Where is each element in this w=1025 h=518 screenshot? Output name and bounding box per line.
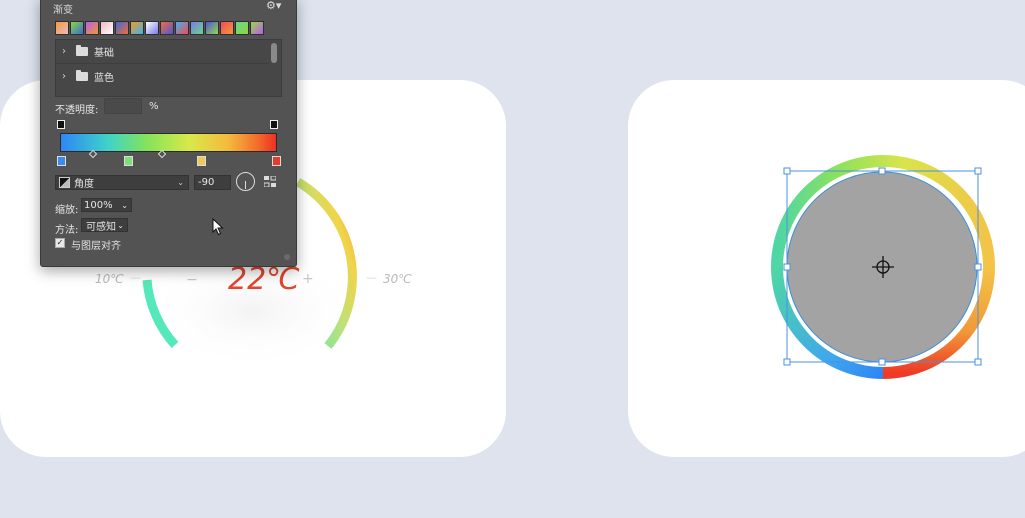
scrollbar[interactable] xyxy=(271,43,277,63)
gradient-preset-swatch[interactable] xyxy=(190,21,204,35)
gradient-preset-swatch[interactable] xyxy=(55,21,69,35)
align-layer-label: 与图层对齐 xyxy=(71,241,121,252)
gradient-preset-swatches xyxy=(55,21,264,35)
panel-title: 渐变 xyxy=(53,5,73,16)
gradient-preset-swatch[interactable] xyxy=(175,21,189,35)
gradient-preset-swatch[interactable] xyxy=(130,21,144,35)
method-select[interactable]: 可感知 ⌄ xyxy=(81,218,128,233)
chevron-down-icon: ⌄ xyxy=(177,178,184,187)
gradient-preset-swatch[interactable] xyxy=(160,21,174,35)
scale-value: 100% xyxy=(84,199,113,211)
color-stop[interactable] xyxy=(196,156,206,166)
min-temp-label: 10℃ xyxy=(95,272,124,286)
folder-row-basic[interactable]: › 基础 xyxy=(56,40,269,64)
reverse-gradient-icon[interactable] xyxy=(264,176,276,187)
method-label: 方法: xyxy=(55,225,79,236)
opacity-unit: % xyxy=(149,101,159,112)
gradient-preset-swatch[interactable] xyxy=(220,21,234,35)
color-stop[interactable] xyxy=(272,156,281,166)
mouse-cursor-icon xyxy=(212,218,224,236)
angle-dial-icon[interactable] xyxy=(236,172,255,191)
scale-select[interactable]: 100% ⌄ xyxy=(81,198,132,212)
tick-left: — xyxy=(130,271,141,284)
gradient-preset-swatch[interactable] xyxy=(70,21,84,35)
gradient-preset-swatch[interactable] xyxy=(100,21,114,35)
gradient-preset-swatch[interactable] xyxy=(145,21,159,35)
folder-label: 基础 xyxy=(94,48,114,59)
chevron-right-icon[interactable]: › xyxy=(62,46,70,57)
folder-row-blue[interactable]: › 蓝色 xyxy=(56,64,269,88)
gradient-preset-swatch[interactable] xyxy=(250,21,264,35)
color-stop[interactable] xyxy=(57,156,66,166)
opacity-label: 不透明度: xyxy=(55,105,99,116)
method-value: 可感知 xyxy=(86,221,116,233)
gradient-ring-canvas[interactable] xyxy=(760,152,1010,382)
gradient-preset-swatch[interactable] xyxy=(115,21,129,35)
preset-folder-list: › 基础 › 蓝色 xyxy=(55,39,282,97)
opacity-stop-left[interactable] xyxy=(57,120,65,129)
scale-label: 缩放: xyxy=(55,205,79,216)
folder-icon xyxy=(76,69,88,81)
tick-right: — xyxy=(366,271,377,284)
angle-gradient-icon xyxy=(59,177,70,188)
temperature-value: 22℃ xyxy=(228,262,300,297)
angle-input[interactable]: -90 xyxy=(194,175,231,190)
chevron-right-icon[interactable]: › xyxy=(62,71,70,82)
decrease-button[interactable]: − xyxy=(186,272,198,288)
align-layer-checkbox[interactable]: ✓ xyxy=(55,238,65,248)
resize-grip[interactable] xyxy=(284,254,290,260)
max-temp-label: 30℃ xyxy=(383,272,412,286)
chevron-down-icon: ⌄ xyxy=(121,200,128,210)
opacity-stop-right[interactable] xyxy=(270,120,278,129)
folder-icon xyxy=(76,45,88,56)
gradient-preset-swatch[interactable] xyxy=(205,21,219,35)
gear-icon[interactable]: ⚙▾ xyxy=(266,0,281,12)
style-value: 角度 xyxy=(74,179,94,190)
color-stop[interactable] xyxy=(123,156,133,166)
increase-button[interactable]: + xyxy=(302,271,314,287)
opacity-input[interactable] xyxy=(104,98,142,114)
gradient-preset-swatch[interactable] xyxy=(235,21,249,35)
gradient-panel[interactable]: 渐变 ⚙▾ › 基础 › 蓝色 不透明度: % 角度 ⌄ -90 缩放: 100… xyxy=(40,0,297,267)
gradient-style-select[interactable]: 角度 ⌄ xyxy=(55,175,189,190)
folder-label: 蓝色 xyxy=(94,72,114,84)
chevron-down-icon: ⌄ xyxy=(117,220,124,230)
gradient-preset-swatch[interactable] xyxy=(85,21,99,35)
